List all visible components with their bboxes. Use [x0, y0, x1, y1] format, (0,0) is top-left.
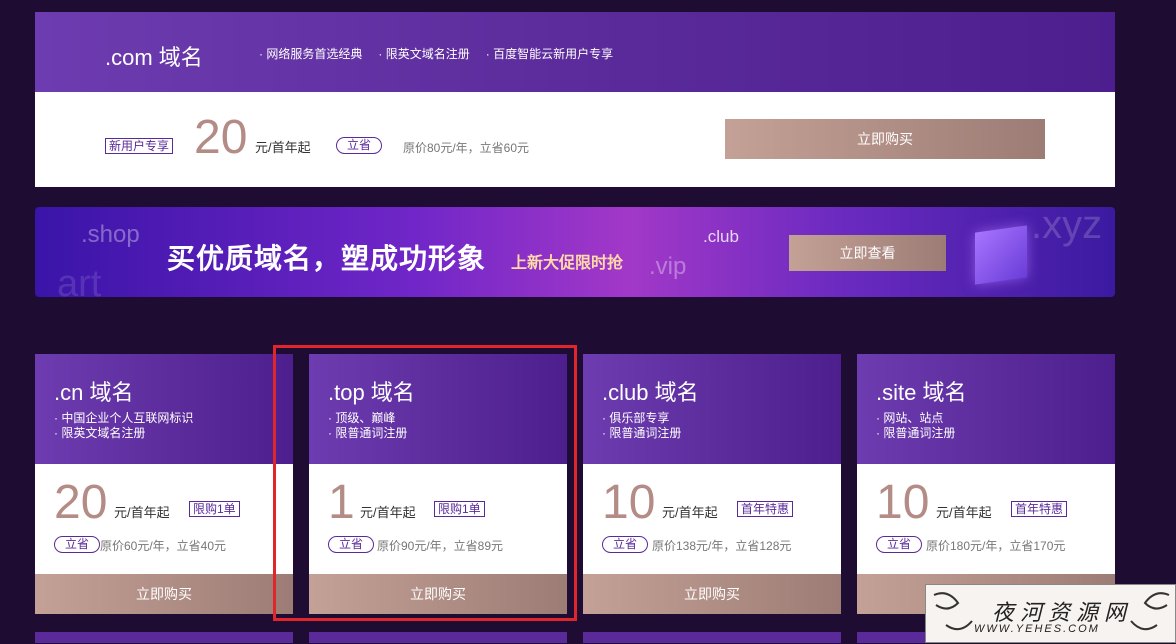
watermark: 夜河资源网 WWW.YEHES.COM	[925, 584, 1176, 643]
card-feature: 限普通词注册	[602, 426, 681, 441]
card-header: .site 域名 网站、站点 限普通词注册	[857, 354, 1115, 464]
card-price: 10	[876, 476, 930, 529]
site-domain-card: .site 域名 网站、站点 限普通词注册 10 元/首年起 首年特惠 立省 原…	[857, 354, 1115, 614]
limit-tag: 限购1单	[189, 501, 240, 517]
card-body: 20 元/首年起 限购1单 立省 原价60元/年，立省40元	[35, 464, 293, 574]
new-user-tag: 新用户专享	[105, 138, 174, 154]
view-now-button[interactable]: 立即查看	[789, 235, 946, 271]
cube-graphic	[975, 225, 1027, 285]
com-save-pill: 立省	[336, 137, 383, 154]
card-price-unit: 元/首年起	[114, 505, 170, 520]
com-card-body: 新用户专享 20 元/首年起 立省 原价80元/年，立省60元 立即购买	[35, 92, 1115, 187]
ghost-text-xyz: .xyz	[1031, 207, 1103, 247]
next-card-peek	[583, 632, 841, 643]
com-card-title: .com 域名	[105, 45, 203, 70]
next-card-peek	[309, 632, 567, 643]
promo-banner[interactable]: .shop art .vip .xyz .club 买优质域名，塑成功形象 上新…	[35, 207, 1115, 297]
com-feature: 限英文域名注册	[378, 45, 470, 62]
card-feature: 网站、站点	[876, 411, 943, 426]
save-pill: 立省	[602, 536, 649, 553]
next-card-peek	[35, 632, 293, 643]
com-price: 20	[194, 111, 248, 164]
card-feature: 限普通词注册	[876, 426, 955, 441]
ghost-text-art: art	[57, 263, 102, 297]
cn-buy-button[interactable]: 立即购买	[35, 574, 293, 614]
save-pill: 立省	[876, 536, 923, 553]
card-price-unit: 元/首年起	[936, 505, 992, 520]
card-title: .site 域名	[876, 380, 967, 405]
card-header: .club 域名 俱乐部专享 限普通词注册	[583, 354, 841, 464]
banner-subline: 上新大促限时抢	[511, 255, 624, 272]
original-price: 原价138元/年，立省128元	[652, 539, 792, 553]
card-price: 20	[54, 476, 108, 529]
card-body: 10 元/首年起 首年特惠 立省 原价138元/年，立省128元	[583, 464, 841, 574]
com-price-unit: 元/首年起	[255, 140, 311, 155]
card-title: .club 域名	[602, 380, 699, 405]
card-body: 10 元/首年起 首年特惠 立省 原价180元/年，立省170元	[857, 464, 1115, 574]
card-feature: 限英文域名注册	[54, 426, 145, 441]
ghost-text-vip: .vip	[649, 253, 687, 280]
card-feature: 中国企业个人互联网标识	[54, 411, 193, 426]
card-feature: 俱乐部专享	[602, 411, 669, 426]
highlight-box	[273, 345, 577, 621]
card-price: 10	[602, 476, 656, 529]
first-year-tag: 首年特惠	[737, 501, 794, 517]
first-year-tag: 首年特惠	[1011, 501, 1068, 517]
club-domain-card: .club 域名 俱乐部专享 限普通词注册 10 元/首年起 首年特惠 立省 原…	[583, 354, 841, 614]
club-buy-button[interactable]: 立即购买	[583, 574, 841, 614]
com-card-features: 网络服务首选经典 限英文域名注册 百度智能云新用户专享	[259, 45, 613, 62]
original-price: 原价180元/年，立省170元	[926, 539, 1066, 553]
banner-headline: 买优质域名，塑成功形象	[167, 243, 487, 274]
com-feature: 百度智能云新用户专享	[486, 45, 613, 62]
cn-domain-card: .cn 域名 中国企业个人互联网标识 限英文域名注册 20 元/首年起 限购1单…	[35, 354, 293, 614]
original-price: 原价60元/年，立省40元	[100, 539, 227, 553]
save-pill: 立省	[54, 536, 101, 553]
com-card-header: .com 域名 网络服务首选经典 限英文域名注册 百度智能云新用户专享	[35, 12, 1115, 92]
card-header: .cn 域名 中国企业个人互联网标识 限英文域名注册	[35, 354, 293, 464]
com-feature: 网络服务首选经典	[259, 45, 362, 62]
ghost-text-shop: .shop	[81, 221, 140, 248]
card-price-unit: 元/首年起	[662, 505, 718, 520]
club-text: .club	[703, 227, 739, 246]
com-domain-card: .com 域名 网络服务首选经典 限英文域名注册 百度智能云新用户专享 新用户专…	[35, 12, 1115, 187]
card-title: .cn 域名	[54, 380, 134, 405]
watermark-url: WWW.YEHES.COM	[974, 623, 1100, 635]
com-original-price: 原价80元/年，立省60元	[403, 141, 530, 155]
com-buy-button[interactable]: 立即购买	[725, 119, 1045, 159]
